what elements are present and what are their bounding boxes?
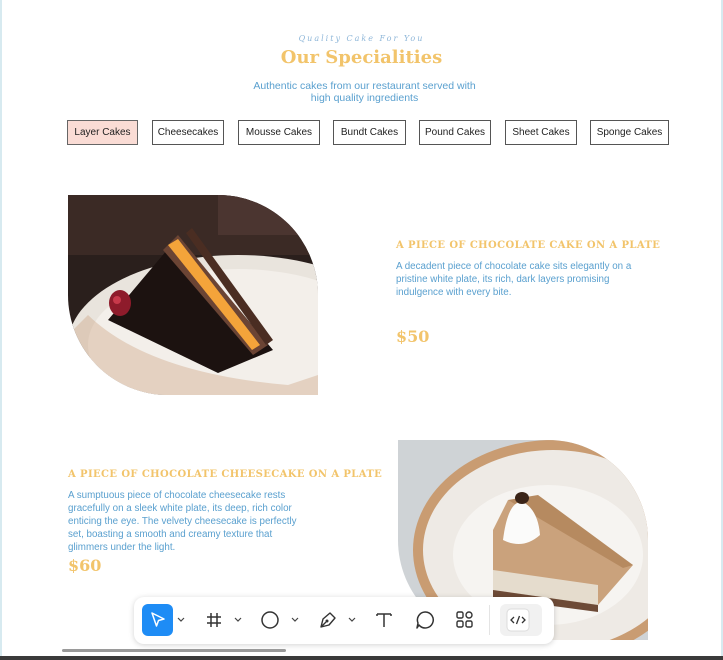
shape-tool-button[interactable] (256, 604, 284, 636)
code-icon (506, 608, 530, 632)
frame-border-left (0, 0, 2, 660)
comment-bubble-icon (416, 611, 434, 629)
section-title: Our Specialities (280, 47, 443, 68)
section-subtitle: Authentic cakes from our restaurant serv… (253, 80, 476, 104)
shape-tool-dropdown[interactable] (290, 604, 300, 636)
editor-toolbar (134, 597, 554, 644)
tab-sponge-cakes[interactable]: Sponge Cakes (590, 120, 669, 145)
pen-icon (320, 612, 336, 628)
horizontal-scrollbar[interactable] (62, 649, 286, 652)
text-t-icon (376, 613, 392, 627)
tab-sheet-cakes[interactable]: Sheet Cakes (505, 120, 577, 145)
chocolate-cake-image (68, 195, 318, 395)
tab-mousse-cakes[interactable]: Mousse Cakes (238, 120, 320, 145)
product-price: $60 (68, 556, 102, 575)
tab-layer-cakes[interactable]: Layer Cakes (67, 120, 138, 145)
frame-hash-icon (207, 613, 221, 627)
category-tabs: Layer Cakes Cheesecakes Mousse Cakes Bun… (67, 120, 669, 145)
tab-bundt-cakes[interactable]: Bundt Cakes (333, 120, 406, 145)
widgets-grid-icon (456, 611, 473, 628)
bottom-edge-strip (0, 656, 723, 660)
cursor-arrow-icon (150, 612, 165, 627)
pen-tool-dropdown[interactable] (347, 604, 357, 636)
chevron-down-icon (177, 617, 185, 622)
chevron-down-icon (291, 617, 299, 622)
move-tool-button[interactable] (142, 604, 173, 636)
product-description: A decadent piece of chocolate cake sits … (396, 261, 632, 298)
pen-tool-button[interactable] (314, 604, 342, 636)
actions-tool-button[interactable] (451, 604, 479, 636)
frame-tool-dropdown[interactable] (233, 604, 243, 636)
toolbar-divider (489, 605, 490, 635)
comment-tool-button[interactable] (411, 604, 439, 636)
text-tool-button[interactable] (370, 604, 398, 636)
tab-cheesecakes[interactable]: Cheesecakes (152, 120, 224, 145)
product-title: A PIECE OF CHOCOLATE CHEESECAKE ON A PLA… (68, 469, 383, 480)
product-price: $50 (396, 327, 430, 346)
section-tagline: Quality Cake For You (298, 34, 425, 43)
ellipse-icon (261, 611, 279, 629)
tab-pound-cakes[interactable]: Pound Cakes (419, 120, 491, 145)
move-tool-dropdown[interactable] (176, 604, 186, 636)
frame-tool-button[interactable] (200, 604, 228, 636)
chevron-down-icon (234, 617, 242, 622)
product-description: A sumptuous piece of chocolate cheesecak… (68, 490, 297, 553)
product-title: A PIECE OF CHOCOLATE CAKE ON A PLATE (396, 240, 661, 251)
dev-mode-toggle[interactable] (500, 604, 542, 636)
chevron-down-icon (348, 617, 356, 622)
